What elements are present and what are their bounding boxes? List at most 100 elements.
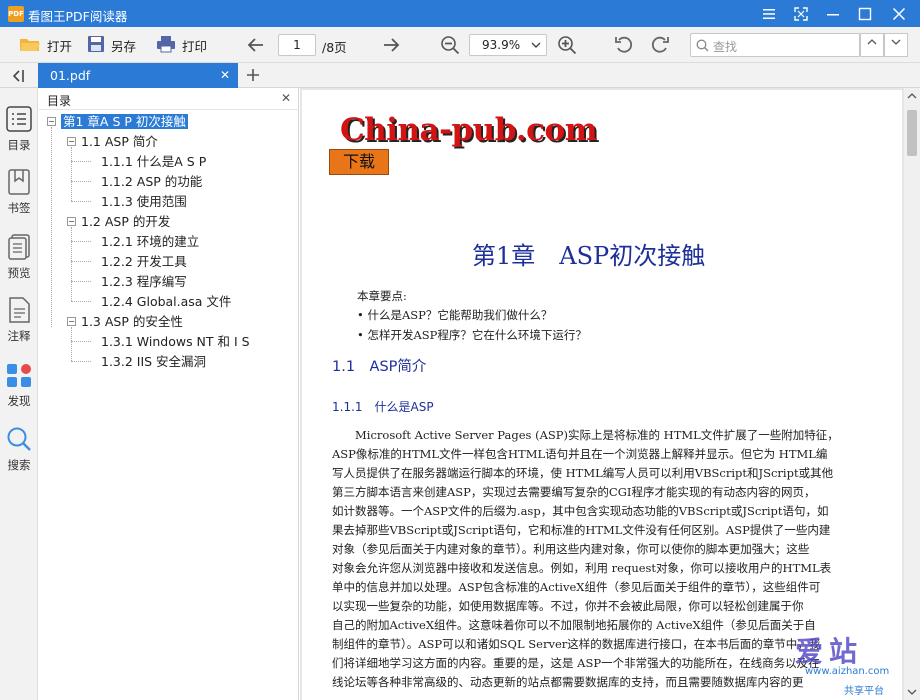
tree-collapse-toggle[interactable]: − (47, 117, 56, 126)
watermark-tag: 共享平台 (844, 686, 884, 697)
save-as-label: 另存 (111, 38, 137, 54)
toolbar: 打开 另存 打印 1 /8页 93.9% 查找 (0, 27, 920, 63)
tree-guide (71, 201, 91, 202)
apps-icon (0, 362, 38, 391)
close-icon[interactable]: ✕ (220, 63, 230, 88)
scroll-down-icon[interactable] (907, 688, 917, 696)
outline-item-label: 1.1.1 什么是A S P (101, 154, 207, 169)
page-number-input[interactable]: 1 (278, 34, 316, 56)
outline-item-chapter1[interactable]: 第1 章A S P 初次接触 (61, 112, 188, 132)
outline-item-label: 1.1 ASP 简介 (81, 134, 158, 149)
scrollbar-thumb[interactable] (907, 110, 917, 156)
tree-guide (71, 281, 91, 282)
scroll-up-icon[interactable] (907, 92, 917, 100)
chevron-down-icon (891, 39, 901, 45)
zoom-out-icon[interactable] (440, 35, 460, 55)
folder-icon (19, 35, 41, 56)
tree-guide (71, 241, 91, 242)
tab-01-pdf[interactable]: 01.pdf ✕ (38, 63, 238, 88)
note-icon (0, 297, 38, 326)
tree-guide (71, 301, 91, 302)
rail-search[interactable]: 搜索 (0, 426, 38, 473)
minimize-icon[interactable] (816, 0, 850, 27)
chapter-title: 第1章 ASP初次接触 (472, 242, 706, 270)
outline-item-label: 1.2.3 程序编写 (101, 274, 187, 289)
next-page-icon[interactable] (381, 35, 401, 55)
outline-title: 目录 (47, 94, 72, 108)
search-icon (696, 39, 709, 55)
pages-icon (0, 234, 38, 263)
tree-guide (71, 261, 91, 262)
outline-item-1-2[interactable]: 1.2 ASP 的开发 (81, 212, 170, 232)
paragraph-line: 们将详细地学习这方面的内容。重要的是，这是 ASP一个非常强大的功能所在，在线商… (332, 656, 820, 670)
outline-item-1-1[interactable]: 1.1 ASP 简介 (81, 132, 158, 152)
outline-item-label: 1.2.4 Global.asa 文件 (101, 294, 232, 309)
list-icon (0, 106, 38, 135)
new-tab-icon[interactable] (245, 67, 261, 86)
outline-item-1-3-2[interactable]: 1.3.2 IIS 安全漏洞 (101, 352, 206, 372)
outline-item-1-2-2[interactable]: 1.2.2 开发工具 (101, 252, 187, 272)
pdf-page: China-pub.com 下载 第1章 ASP初次接触 本章要点: • 什么是… (302, 90, 902, 700)
zoom-select[interactable]: 93.9% (469, 34, 547, 56)
outline-item-1-1-3[interactable]: 1.1.3 使用范围 (101, 192, 187, 212)
tree-guide (71, 227, 72, 301)
rail-discover[interactable]: 发现 (0, 362, 38, 409)
printer-icon (156, 35, 176, 56)
outline-item-1-3-1[interactable]: 1.3.1 Windows NT 和 I S (101, 332, 250, 352)
paragraph-line: ASP像标准的HTML文件一样包含HTML语句并且在一个浏览器上解释并显示。但它… (332, 447, 828, 461)
tree-collapse-toggle[interactable]: − (67, 217, 76, 226)
prev-page-icon[interactable] (246, 35, 266, 55)
outline-item-1-3[interactable]: 1.3 ASP 的安全性 (81, 312, 183, 332)
paragraph-line: 果去掉那些VBScript或JScript语句，它和标准的HTML文件没有任何区… (332, 523, 831, 537)
watermark-url: www.aizhan.com (805, 666, 890, 677)
open-button[interactable]: 打开 (19, 34, 72, 56)
rail-preview[interactable]: 预览 (0, 234, 38, 281)
outline-item-label: 1.1.2 ASP 的功能 (101, 174, 203, 189)
vertical-scrollbar[interactable] (904, 88, 920, 700)
print-button[interactable]: 打印 (156, 34, 207, 56)
tree-collapse-toggle[interactable]: − (67, 317, 76, 326)
outline-item-label: 1.3.2 IIS 安全漏洞 (101, 354, 207, 369)
save-as-button[interactable]: 另存 (87, 34, 136, 56)
search-input[interactable]: 查找 (690, 33, 860, 57)
document-viewport[interactable]: China-pub.com 下载 第1章 ASP初次接触 本章要点: • 什么是… (300, 88, 920, 700)
close-window-icon[interactable] (882, 0, 916, 27)
outline-item-1-2-1[interactable]: 1.2.1 环境的建立 (101, 232, 199, 252)
menu-icon[interactable] (752, 0, 786, 27)
rotate-right-icon[interactable] (650, 35, 670, 55)
chevron-down-icon (531, 35, 541, 61)
collapse-panel-icon[interactable] (10, 68, 26, 87)
zoom-in-icon[interactable] (557, 35, 577, 55)
outline-item-label: 1.3.1 Windows NT 和 I S (101, 334, 250, 349)
rotate-left-icon[interactable] (614, 35, 634, 55)
print-label: 打印 (182, 38, 208, 54)
rail-bookmark[interactable]: 书签 (0, 169, 38, 216)
close-icon[interactable]: ✕ (281, 91, 291, 105)
download-button[interactable]: 下载 (329, 149, 389, 175)
outline-item-1-2-4[interactable]: 1.2.4 Global.asa 文件 (101, 292, 231, 312)
outline-item-1-1-1[interactable]: 1.1.1 什么是A S P (101, 152, 206, 172)
rail-preview-label: 预览 (7, 266, 31, 280)
outline-item-1-2-3[interactable]: 1.2.3 程序编写 (101, 272, 187, 292)
bookmark-icon (0, 169, 38, 198)
search-prev-button[interactable] (860, 33, 884, 57)
outline-item-label: 1.2 ASP 的开发 (81, 214, 171, 229)
search-next-button[interactable] (884, 33, 908, 57)
rail-annotate[interactable]: 注释 (0, 297, 38, 344)
tab-bar: 01.pdf ✕ (0, 63, 920, 88)
outline-panel: 目录 ✕ − 第1 章A S P 初次接触 − 1.1 ASP 简介 1.1.1… (39, 88, 299, 700)
maximize-icon[interactable] (848, 0, 882, 27)
outline-item-label: 1.3 ASP 的安全性 (81, 314, 183, 329)
outline-item-label: 1.1.3 使用范围 (101, 194, 187, 209)
tree-guide (71, 361, 91, 362)
fullscreen-icon[interactable] (784, 0, 818, 27)
tree-guide (71, 327, 72, 361)
rail-bookmark-label: 书签 (7, 201, 31, 215)
tree-guide (51, 127, 52, 327)
outline-item-label: 1.2.1 环境的建立 (101, 234, 200, 249)
tree-collapse-toggle[interactable]: − (67, 137, 76, 146)
tree-guide (71, 341, 91, 342)
rail-toc[interactable]: 目录 (0, 106, 38, 153)
outline-item-label: 1.2.2 开发工具 (101, 254, 187, 269)
outline-item-1-1-2[interactable]: 1.1.2 ASP 的功能 (101, 172, 202, 192)
